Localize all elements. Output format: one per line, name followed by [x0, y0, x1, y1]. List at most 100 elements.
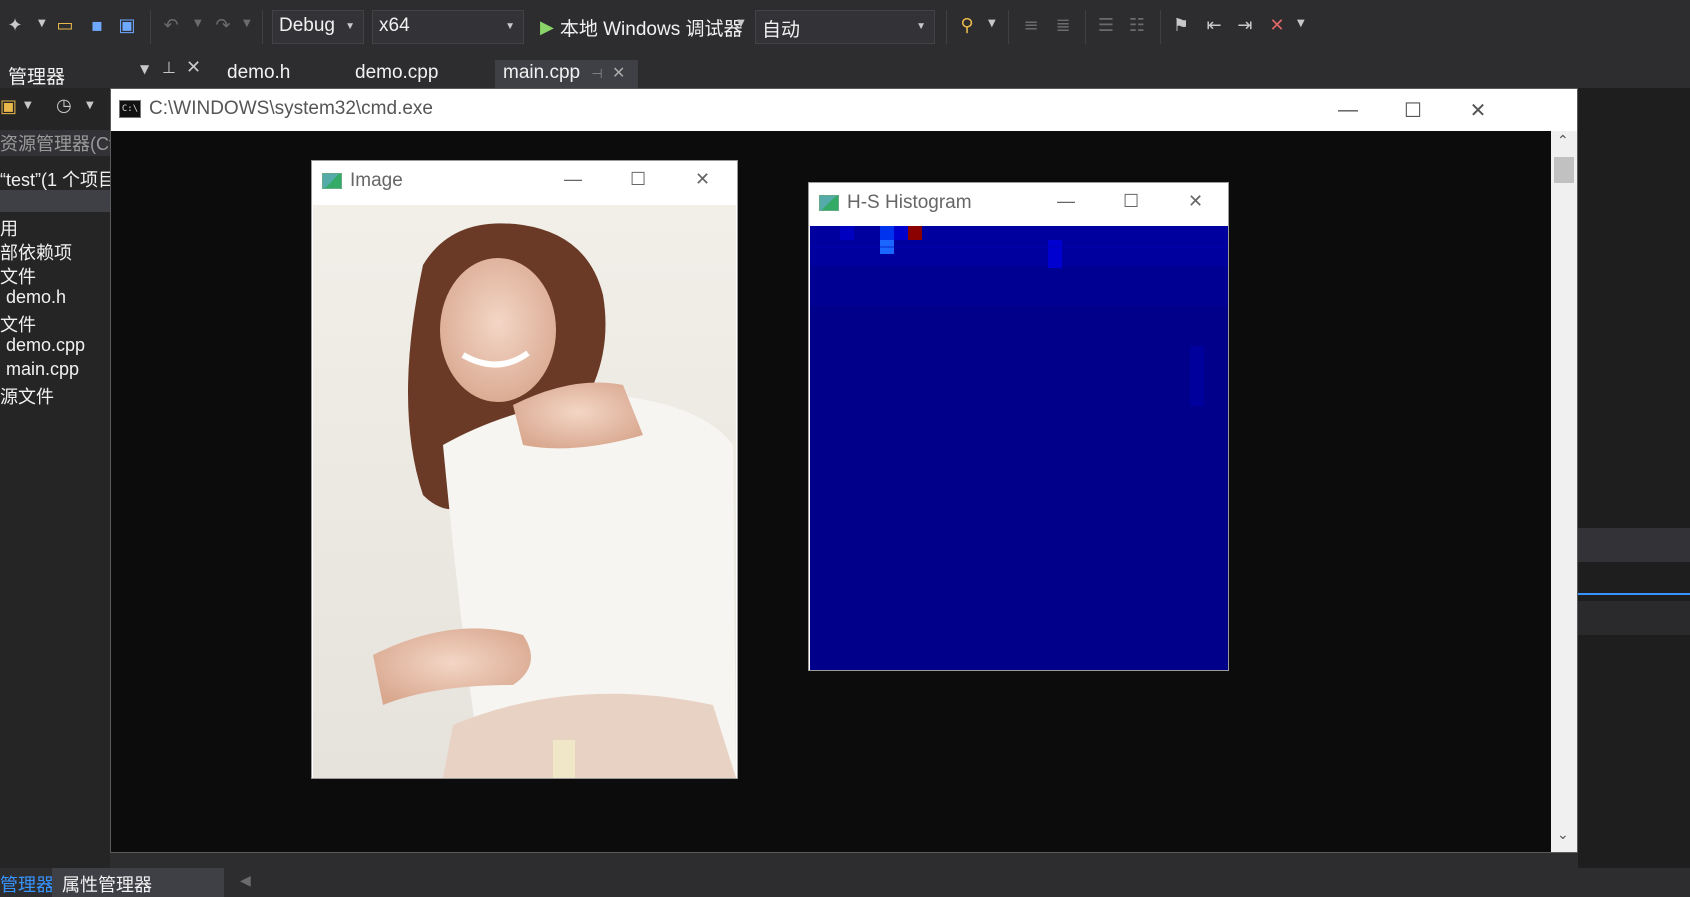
minimize-button[interactable]: — [564, 169, 582, 190]
toolbar-separator [150, 10, 151, 44]
tree-item-demo-cpp[interactable]: demo.cpp [6, 335, 85, 356]
previous-bookmark-icon[interactable]: ⇤ [1203, 14, 1225, 36]
image-titlebar[interactable]: Image — ☐ ✕ [312, 161, 737, 205]
close-button[interactable]: ✕ [695, 169, 710, 190]
undo-icon[interactable]: ↶ [160, 14, 182, 36]
save-all-icon[interactable]: ▣ [116, 14, 138, 36]
maximize-button[interactable]: ☐ [1381, 89, 1445, 131]
solution-explorer: ▣ ▼ ◷ ▼ 资源管理器(Ct “test”(1 个项目 用 部依赖项 文件 … [0, 88, 110, 868]
tree-item-header-files[interactable]: 文件 [0, 263, 36, 289]
toolbar-overflow-icon[interactable]: ▼ [1297, 18, 1305, 29]
window-position-dropdown-icon[interactable]: ▼ [140, 62, 149, 76]
debugger-label: 本地 Windows 调试器 [559, 18, 743, 40]
toolbar-separator [1160, 10, 1161, 44]
scrollbar-thumb[interactable] [1554, 157, 1574, 183]
chevron-down-icon[interactable]: ▼ [24, 100, 32, 111]
tree-item-main-cpp[interactable]: main.cpp [6, 359, 79, 380]
hot-bin [908, 226, 922, 240]
new-dropdown-icon[interactable]: ▼ [38, 18, 46, 29]
tree-item-resource-files[interactable]: 源文件 [0, 383, 54, 409]
tab-demo-h[interactable]: demo.h [219, 60, 298, 88]
cmd-title: C:\WINDOWS\system32\cmd.exe [149, 98, 433, 119]
debugger-dropdown-icon[interactable]: ▼ [737, 18, 745, 29]
scroll-up-icon[interactable]: ⌃ [1557, 133, 1569, 149]
search-input[interactable]: 资源管理器(Ct [0, 130, 110, 156]
tree-item-references[interactable]: 用 [0, 215, 18, 241]
tree-item-demo-h[interactable]: demo.h [6, 287, 66, 308]
tab-property-manager[interactable]: 属性管理器 [62, 871, 152, 897]
close-icon[interactable]: ✕ [186, 57, 201, 78]
image-window[interactable]: Image — ☐ ✕ [311, 160, 738, 779]
toolbar-separator [1008, 10, 1009, 44]
solution-config-select[interactable]: 自动 ▼ [755, 10, 935, 44]
scroll-left-icon[interactable]: ◀ [240, 873, 251, 889]
cmd-titlebar[interactable]: C:\ C:\WINDOWS\system32\cmd.exe — ☐ ✕ [111, 89, 1577, 131]
tab-demo-cpp[interactable]: demo.cpp [347, 60, 446, 88]
tab-main-cpp-label: main.cpp [503, 62, 581, 83]
redo-icon[interactable]: ↷ [212, 14, 234, 36]
close-icon[interactable]: ✕ [612, 65, 625, 82]
maximize-button[interactable]: ☐ [630, 169, 646, 190]
document-tabs: 管理器 ▼ ⊥ ✕ demo.h demo.cpp main.cpp ⊣ ✕ [0, 56, 1690, 88]
outdent-icon[interactable]: ☰ [1095, 14, 1117, 36]
folder-icon[interactable]: ▣ [0, 96, 17, 117]
bookmark-icon[interactable]: ⚑ [1170, 14, 1192, 36]
histogram-plot [810, 226, 1228, 670]
toolbar-separator [946, 10, 947, 44]
minimize-button[interactable]: — [1316, 89, 1380, 131]
save-icon[interactable]: ▪ [86, 14, 108, 36]
uncomment-icon[interactable]: ≣ [1052, 14, 1074, 36]
maximize-button[interactable]: ☐ [1123, 191, 1139, 212]
indent-icon[interactable]: ☷ [1126, 14, 1148, 36]
configuration-select[interactable]: Debug ▼ [272, 10, 364, 44]
app-icon [322, 173, 342, 189]
image-window-title: Image [350, 170, 403, 191]
console-icon: C:\ [119, 100, 141, 118]
code-editor[interactable] [1578, 88, 1690, 868]
tab-main-cpp[interactable]: main.cpp ⊣ ✕ [495, 60, 638, 88]
editor-highlight-row [1578, 528, 1690, 562]
histogram-window[interactable]: H-S Histogram — ☐ ✕ [808, 182, 1229, 671]
find-dropdown-icon[interactable]: ▼ [988, 18, 996, 29]
pin-icon[interactable]: ⊣ [591, 66, 602, 81]
new-project-icon[interactable]: ✦ [4, 14, 26, 36]
console-scrollbar[interactable]: ⌃ ⌄ [1551, 131, 1577, 852]
configuration-value: Debug [279, 15, 335, 36]
next-bookmark-icon[interactable]: ⇥ [1234, 14, 1256, 36]
tab-solution-explorer[interactable]: 管理器 [0, 871, 54, 897]
redo-dropdown-icon[interactable]: ▼ [243, 18, 251, 29]
editor-row [1578, 601, 1690, 635]
chevron-down-icon: ▼ [345, 21, 355, 32]
selected-row[interactable] [0, 190, 110, 212]
solution-config-value: 自动 [762, 20, 801, 41]
platform-select[interactable]: x64 ▼ [372, 10, 524, 44]
chevron-down-icon[interactable]: ▼ [86, 100, 94, 111]
tree-item-source-files[interactable]: 文件 [0, 311, 36, 337]
find-in-files-icon[interactable]: ⚲ [956, 14, 978, 36]
main-toolbar: ✦ ▼ ▭ ▪ ▣ ↶ ▼ ↷ ▼ Debug ▼ x64 ▼ ▶ 本地 Win… [0, 0, 1690, 56]
cmd-window[interactable]: C:\ C:\WINDOWS\system32\cmd.exe — ☐ ✕ ⌃ … [110, 88, 1578, 853]
comment-icon[interactable]: ≡ [1020, 14, 1042, 36]
scroll-down-icon[interactable]: ⌄ [1557, 827, 1569, 843]
photo-image [313, 205, 736, 778]
undo-dropdown-icon[interactable]: ▼ [194, 18, 202, 29]
close-button[interactable]: ✕ [1188, 191, 1203, 212]
tree-item-external-deps[interactable]: 部依赖项 [0, 239, 72, 265]
chevron-down-icon: ▼ [916, 21, 926, 32]
toolbar-separator [262, 10, 263, 44]
chevron-down-icon: ▼ [505, 21, 515, 32]
app-icon [819, 195, 839, 211]
bottom-panel-tabs: 管理器 属性管理器 ◀ [0, 868, 1690, 897]
solution-node[interactable]: “test”(1 个项目 [0, 166, 110, 192]
open-folder-icon[interactable]: ▭ [54, 14, 76, 36]
minimize-button[interactable]: — [1057, 191, 1075, 212]
histogram-titlebar[interactable]: H-S Histogram — ☐ ✕ [809, 183, 1228, 227]
platform-value: x64 [379, 15, 410, 36]
history-icon[interactable]: ◷ [56, 95, 72, 116]
solution-explorer-title: 管理器 [8, 67, 66, 88]
close-button[interactable]: ✕ [1446, 89, 1510, 131]
start-debugging-button[interactable]: ▶ 本地 Windows 调试器 [540, 10, 742, 44]
pin-icon[interactable]: ⊥ [162, 58, 176, 77]
toolbar-separator [1085, 10, 1086, 44]
clear-bookmarks-icon[interactable]: ✕ [1266, 14, 1288, 36]
